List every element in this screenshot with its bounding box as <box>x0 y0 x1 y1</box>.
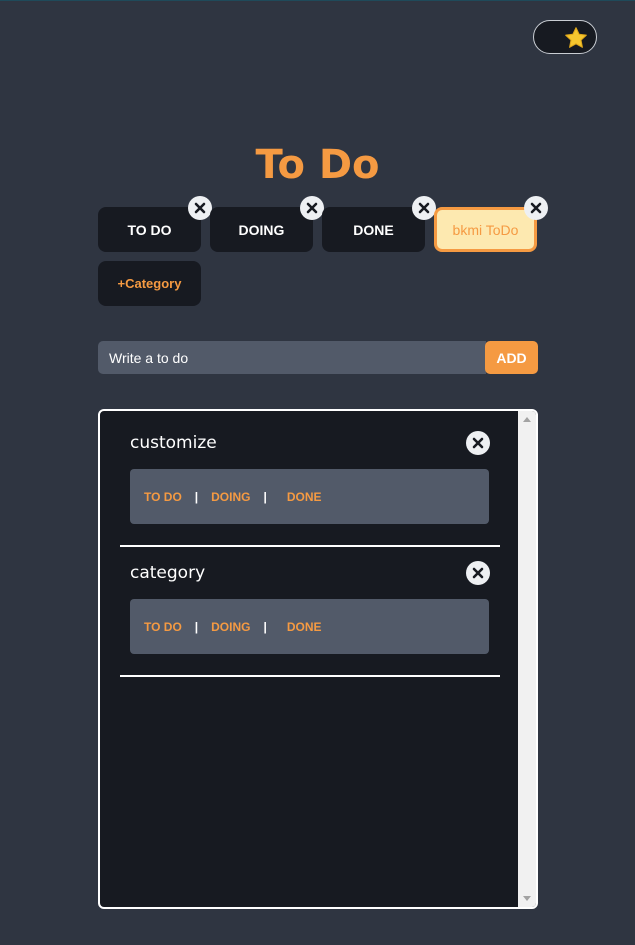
close-icon[interactable] <box>524 196 548 220</box>
scrollbar[interactable] <box>518 411 536 907</box>
divider <box>120 675 500 677</box>
category-label: DOING <box>238 221 285 238</box>
close-icon[interactable] <box>466 561 490 585</box>
category-label: DONE <box>353 221 394 238</box>
close-icon[interactable] <box>412 196 436 220</box>
todo-input[interactable] <box>98 341 486 374</box>
category-tab-custom[interactable]: bkmi ToDo <box>434 196 548 252</box>
scroll-up-arrow-icon[interactable] <box>523 417 531 422</box>
move-to-todo-button[interactable]: TO DO <box>144 490 182 504</box>
scroll-down-arrow-icon[interactable] <box>523 896 531 901</box>
move-to-doing-button[interactable]: DOING <box>211 490 250 504</box>
theme-toggle[interactable] <box>533 20 597 54</box>
category-tab-todo[interactable]: TO DO <box>98 196 212 252</box>
add-category-button[interactable]: +Category <box>98 261 201 306</box>
category-label: bkmi ToDo <box>452 221 519 238</box>
item-title: customize <box>130 433 217 453</box>
item-actions: TO DO | DOING | DONE <box>130 469 489 524</box>
category-label: TO DO <box>127 221 172 238</box>
category-tab-doing[interactable]: DOING <box>210 196 324 252</box>
close-icon[interactable] <box>188 196 212 220</box>
move-to-done-button[interactable]: DONE <box>287 620 322 634</box>
item-title: category <box>130 563 206 583</box>
todo-list: customize TO DO | DOING | DONE category … <box>98 409 538 909</box>
move-to-done-button[interactable]: DONE <box>287 490 322 504</box>
close-icon[interactable] <box>466 431 490 455</box>
separator: | <box>263 619 267 634</box>
close-icon[interactable] <box>300 196 324 220</box>
item-actions: TO DO | DOING | DONE <box>130 599 489 654</box>
category-tab-done[interactable]: DONE <box>322 196 436 252</box>
separator: | <box>263 489 267 504</box>
star-icon <box>565 27 587 48</box>
separator: | <box>194 489 199 504</box>
move-to-doing-button[interactable]: DOING <box>211 620 250 634</box>
page-title: To Do <box>255 142 380 188</box>
move-to-todo-button[interactable]: TO DO <box>144 620 182 634</box>
add-button[interactable]: ADD <box>485 341 538 374</box>
separator: | <box>194 619 199 634</box>
divider <box>120 545 500 547</box>
